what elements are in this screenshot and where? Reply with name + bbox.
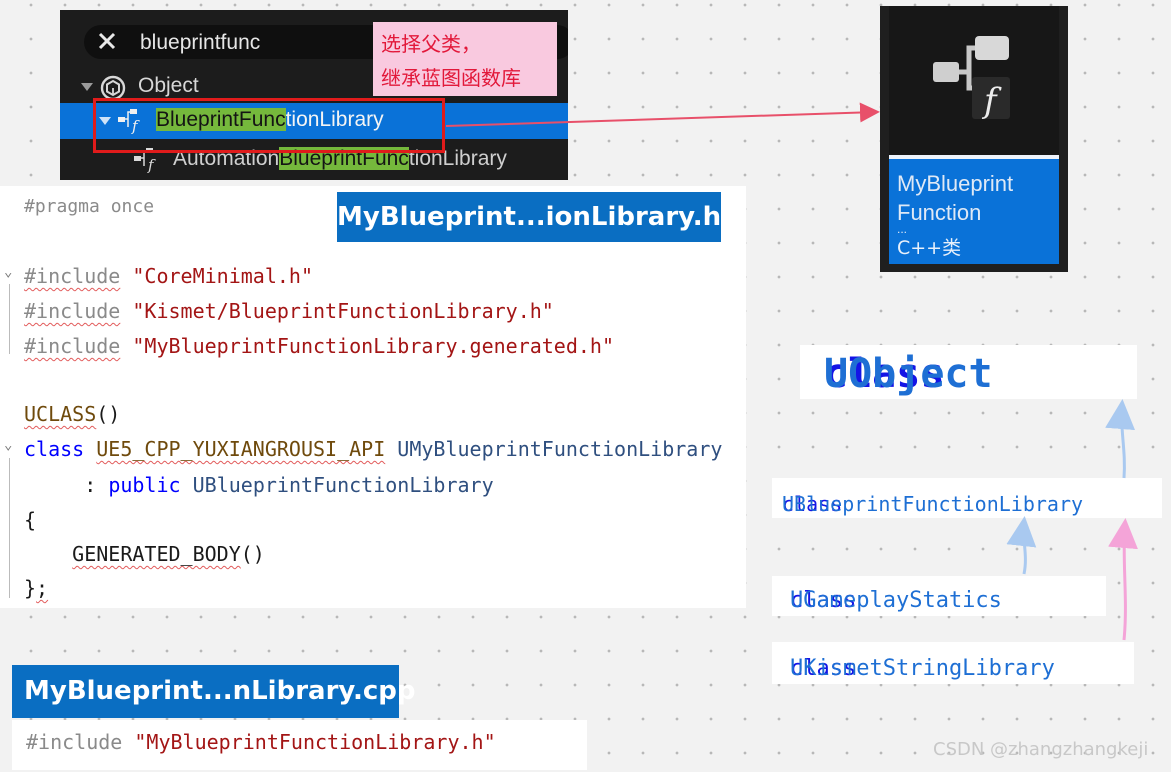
cpp-file-tab[interactable]: MyBlueprint...nLibrary.cpp [12,665,415,718]
code-line-class-decl: class UE5_CPP_YUXIANGROUSI_API UMyBluepr… [24,437,723,461]
class-ublueprintfunctionlibrary: class UBlueprintFunctionLibrary [772,478,1162,518]
class-uobject: class UObject [800,345,1137,399]
header-file-tab[interactable]: MyBlueprint...ionLibrary.h* [337,192,735,242]
svg-text:f: f [147,156,156,174]
tree-item-label: Object [138,74,199,97]
arrow-ubfl-to-uobject [1105,399,1136,479]
search-value: blueprintfunc [140,31,261,54]
code-line-include: #include "Kismet/BlueprintFunctionLibrar… [24,299,554,323]
fold-chevron-icon[interactable]: ⌄ [4,264,12,280]
highlight-frame [93,98,445,153]
blueprint-function-icon: f [933,36,1010,121]
code-line-uclass: UCLASS() [24,402,121,426]
header-code-editor[interactable]: MyBlueprint...ionLibrary.h* #pragma once… [0,186,746,608]
cpp-code-editor[interactable]: #include "MyBlueprintFunctionLibrary.h" [12,720,587,770]
arrow-ugs-to-ubfl [1006,516,1037,575]
asset-name: MyBlueprint Function ... [897,171,1014,236]
code-line-close-brace: }; [24,576,49,600]
chevron-down-icon[interactable] [80,81,94,93]
asset-card: f MyBlueprint Function ... C++类 [889,6,1059,264]
class-ukismetstringlibrary: class UKismetStringLibrary [772,642,1134,684]
code-line-include: #include "MyBlueprintFunctionLibrary.h" [26,730,496,754]
asset-caption: MyBlueprint Function ... C++类 [889,159,1059,264]
indent-guide [9,284,10,354]
asset-tile[interactable]: f MyBlueprint Function ... C++类 [880,6,1068,272]
close-icon[interactable] [94,28,120,54]
class-picker-panel: blueprintfunc Object f BlueprintFunction… [60,10,568,180]
code-line-include: #include "MyBlueprintFunctionLibrary.gen… [24,334,615,358]
annotation-line: 选择父类， [381,32,481,56]
code-line-inheritance: : public UBlueprintFunctionLibrary [84,473,494,497]
annotation-line: 继承蓝图函数库 [381,66,521,90]
annotation-note: 选择父类， 继承蓝图函数库 [373,22,557,96]
code-line-open-brace: { [24,508,37,532]
fold-chevron-icon[interactable]: ⌄ [4,437,12,453]
indent-guide [9,458,10,598]
arrow-uksl-to-ubfl [1108,518,1138,641]
code-line-pragma: #pragma once [24,196,155,217]
code-line-generated-body: GENERATED_BODY() [72,542,265,566]
code-line-include: #include "CoreMinimal.h" [24,264,313,288]
class-ugameplaystatics: class UGameplayStatics [772,576,1106,616]
asset-type-label: C++类 [897,237,962,259]
watermark: CSDN @zhangzhangkeji [933,739,1149,760]
